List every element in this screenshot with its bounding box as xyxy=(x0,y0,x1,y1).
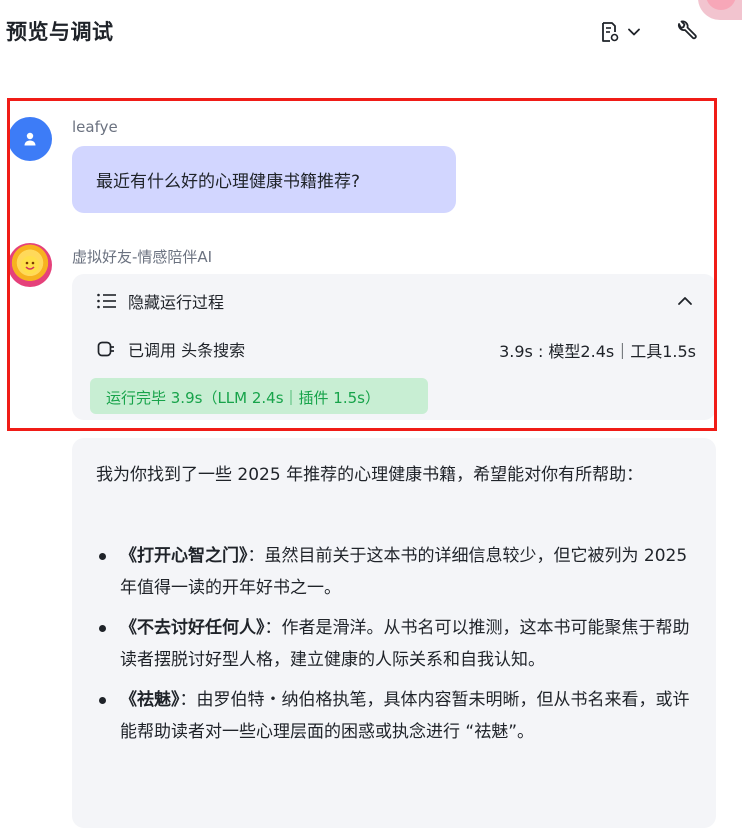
hide-process-label: 隐藏运行过程 xyxy=(128,293,225,312)
bot-avatar[interactable] xyxy=(8,243,52,287)
book-description: ：由罗伯特・纳伯格执笔，具体内容暂未明晰，但从书名来看，或许能帮助读者对一些心理… xyxy=(120,690,690,742)
book-item: 《祛魅》：由罗伯特・纳伯格执笔，具体内容暂未明晰，但从书名来看，或许能帮助读者对… xyxy=(96,684,704,748)
translate-badge[interactable]: A xyxy=(698,0,742,20)
book-title: 《祛魅》 xyxy=(120,690,180,710)
answer-intro: 我为你找到了一些 2025 年推荐的心理健康书籍，希望能对你有所帮助： xyxy=(96,465,644,485)
timing-text: 3.9s : 模型2.4s｜工具1.5s xyxy=(499,342,696,361)
tool-used-label: 已调用 头条搜索 xyxy=(128,341,246,360)
page-title: 预览与调试 xyxy=(6,20,114,44)
translate-badge-text: A xyxy=(711,0,720,2)
user-name: leafye xyxy=(72,118,118,136)
book-title: 《打开心智之门》 xyxy=(120,546,248,566)
person-icon xyxy=(24,132,36,146)
wrench-icon xyxy=(678,20,697,40)
run-complete-badge: 运行完毕 3.9s（LLM 2.4s｜插件 1.5s） xyxy=(90,378,428,414)
chevron-down-icon xyxy=(628,28,640,36)
plugin-icon xyxy=(97,341,114,357)
sun-face-icon xyxy=(21,256,39,274)
bullet-dot xyxy=(99,697,106,704)
bot-answer-card: 我为你找到了一些 2025 年推荐的心理健康书籍，希望能对你有所帮助： 《打开心… xyxy=(72,438,716,828)
bullet-dot xyxy=(99,625,106,632)
book-title: 《不去讨好任何人》 xyxy=(120,618,265,638)
settings-wrench-button[interactable] xyxy=(673,18,699,44)
run-process-card: 隐藏运行过程 已调用 头条搜索 3.9s : 模型2.4s｜工具1.5s 运行完… xyxy=(72,274,716,420)
toggle-process-button[interactable]: 隐藏运行过程 xyxy=(96,288,696,314)
list-icon xyxy=(97,293,116,309)
book-item: 《打开心智之门》：虽然目前关于这本书的详细信息较少，但它被列为 2025 年值得… xyxy=(96,540,704,604)
chevron-up-icon xyxy=(678,297,692,305)
book-list: 《打开心智之门》：虽然目前关于这本书的详细信息较少，但它被列为 2025 年值得… xyxy=(96,540,704,756)
user-message-bubble: 最近有什么好的心理健康书籍推荐? xyxy=(72,146,456,213)
document-settings-icon xyxy=(602,22,619,42)
document-settings-dropdown[interactable] xyxy=(597,18,647,46)
bot-name: 虚拟好友-情感陪伴AI xyxy=(72,248,213,266)
user-avatar[interactable] xyxy=(8,117,52,161)
tool-call-row: 已调用 头条搜索 3.9s : 模型2.4s｜工具1.5s xyxy=(96,336,696,362)
bullet-dot xyxy=(99,553,106,560)
book-item: 《不去讨好任何人》：作者是滑洋。从书名可以推测，这本书可能聚焦于帮助读者摆脱讨好… xyxy=(96,612,704,676)
top-bar: 预览与调试 A xyxy=(0,0,742,64)
